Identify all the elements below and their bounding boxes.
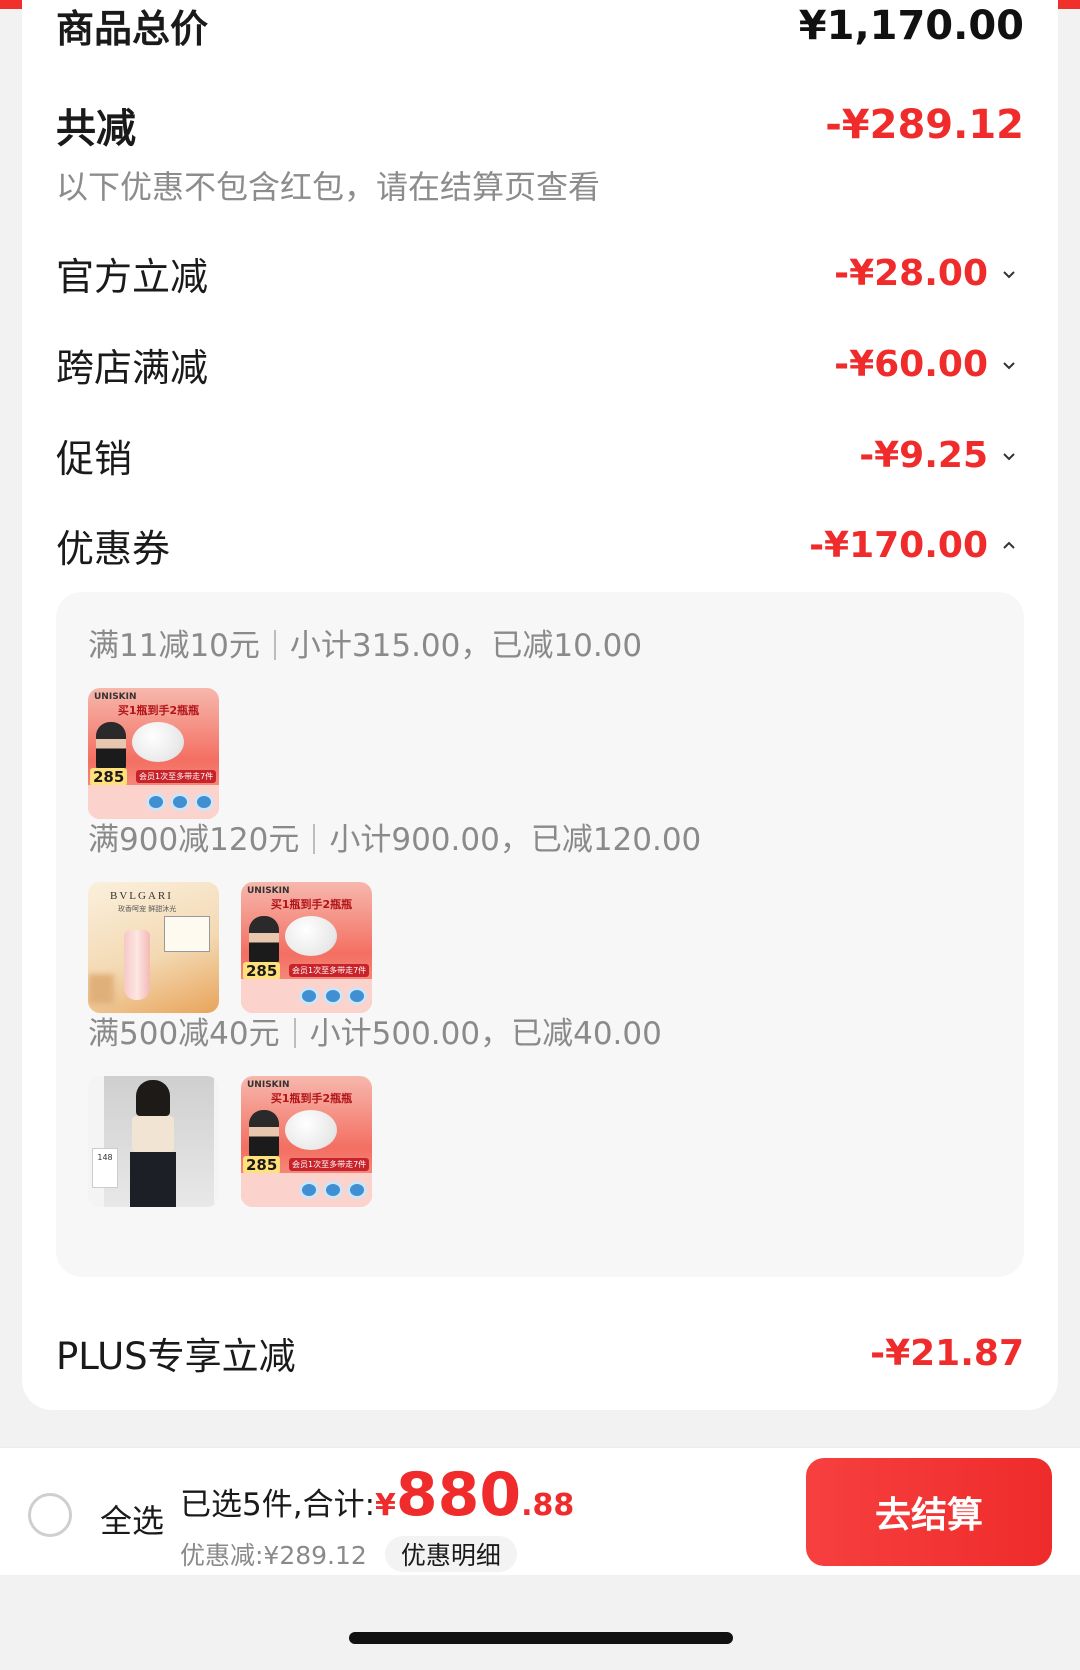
order-total: 已选5件,合计: ¥ 880 .88 bbox=[180, 1460, 574, 1530]
thumb-brand: BVLGARI bbox=[110, 890, 173, 902]
chevron-down-icon[interactable] bbox=[994, 357, 1024, 373]
thumb-brand: UNISKIN bbox=[94, 692, 137, 702]
thumb-tag: 148 bbox=[92, 1148, 118, 1188]
thumb-brand: UNISKIN bbox=[247, 1080, 290, 1090]
total-reduction-label: 共减 bbox=[56, 106, 136, 152]
mask-icon bbox=[347, 1181, 367, 1199]
cross-store-discount-value: -¥60.00 bbox=[834, 344, 988, 385]
plus-discount-label: PLUS专享立减 bbox=[56, 1335, 296, 1378]
coupon-group-1-products: UNISKIN 买1瓶到手2瓶瓶 285 会员1次至多带走7件 bbox=[88, 688, 219, 819]
thumb-price: 285 bbox=[243, 1156, 281, 1174]
thumb-strip: 会员1次至多带走7件 bbox=[289, 964, 370, 977]
chevron-down-icon[interactable] bbox=[994, 448, 1024, 464]
coupon-group-3-products: 148 UNISKIN 买1瓶到手2瓶瓶 285 会员1次至多带走7件 bbox=[88, 1076, 372, 1207]
total-integer: 880 bbox=[395, 1460, 522, 1530]
coupon-rule-text: 满11减10元 bbox=[88, 628, 260, 664]
model-image bbox=[96, 722, 126, 770]
blurred-area bbox=[88, 974, 114, 1004]
coupon-label: 优惠券 bbox=[56, 527, 171, 571]
coupon-group-3-rule: 满500减40元 小计500.00，已减40.00 bbox=[88, 1008, 662, 1053]
coupon-subtotal-text: 小计900.00，已减120.00 bbox=[329, 822, 702, 858]
select-all-label[interactable]: 全选 bbox=[100, 1496, 164, 1542]
thumb-price: 285 bbox=[243, 962, 281, 980]
model-hair bbox=[136, 1080, 170, 1116]
divider bbox=[293, 1018, 296, 1048]
coupon-subtotal-text: 小计500.00，已减40.00 bbox=[309, 1016, 662, 1052]
product-thumbnail-bvlgari[interactable]: BVLGARI 玫香呵宠 鲜甜沐光 bbox=[88, 882, 219, 1013]
official-discount-value: -¥28.00 bbox=[834, 253, 988, 294]
thumb-headline: 买1瓶到手2瓶瓶 bbox=[270, 898, 353, 911]
product-thumbnail-uniskin[interactable]: UNISKIN 买1瓶到手2瓶瓶 285 会员1次至多带走7件 bbox=[88, 688, 219, 819]
checkout-bar: 全选 已选5件,合计: ¥ 880 .88 优惠减:¥289.12 优惠明细 去… bbox=[0, 1447, 1080, 1575]
coupon-detail-panel: 满11减10元 小计315.00，已减10.00 UNISKIN 买1瓶到手2瓶瓶… bbox=[56, 592, 1024, 1277]
coupon-row[interactable]: 优惠券 -¥170.00 bbox=[56, 518, 1024, 573]
select-all-radio[interactable] bbox=[28, 1493, 72, 1537]
checkout-button[interactable]: 去结算 bbox=[806, 1458, 1052, 1566]
coupon-rule-text: 满900减120元 bbox=[88, 822, 300, 858]
model-jeans bbox=[130, 1152, 176, 1207]
gift-card-image bbox=[164, 916, 210, 952]
model-image bbox=[249, 916, 279, 964]
total-price-label: 商品总价 bbox=[56, 7, 209, 51]
divider bbox=[313, 824, 316, 854]
currency-symbol: ¥ bbox=[375, 1488, 396, 1523]
mask-icon bbox=[299, 1181, 319, 1199]
coupon-group-2-rule: 满900减120元 小计900.00，已减120.00 bbox=[88, 814, 701, 859]
product-thumbnail-fashion[interactable]: 148 bbox=[88, 1076, 219, 1207]
thumb-price: 285 bbox=[90, 768, 128, 786]
mask-icon bbox=[194, 793, 214, 811]
total-price-row: 商品总价 ¥1,170.00 bbox=[56, 0, 1024, 53]
mask-icon bbox=[347, 987, 367, 1005]
thumb-strip: 会员1次至多带走7件 bbox=[289, 1158, 370, 1171]
thumb-strip: 会员1次至多带走7件 bbox=[136, 770, 217, 783]
coupon-group-1-rule: 满11减10元 小计315.00，已减10.00 bbox=[88, 620, 642, 665]
discount-note: 以下优惠不包含红包，请在结算页查看 bbox=[56, 168, 601, 206]
home-indicator[interactable] bbox=[349, 1632, 733, 1644]
cushion-image bbox=[285, 1110, 337, 1150]
product-thumbnail-uniskin[interactable]: UNISKIN 买1瓶到手2瓶瓶 285 会员1次至多带走7件 bbox=[241, 882, 372, 1013]
total-reduction-value: -¥289.12 bbox=[825, 102, 1024, 148]
chevron-down-icon[interactable] bbox=[994, 266, 1024, 282]
mask-icon bbox=[323, 1181, 343, 1199]
selected-count-text: 已选5件,合计: bbox=[180, 1487, 376, 1523]
total-reduction-row: 共减 -¥289.12 bbox=[56, 96, 1024, 154]
price-summary-card: 商品总价 ¥1,170.00 共减 -¥289.12 以下优惠不包含红包，请在结… bbox=[22, 0, 1058, 1410]
coupon-rule-text: 满500减40元 bbox=[88, 1016, 280, 1052]
model-top bbox=[132, 1116, 174, 1152]
cushion-image bbox=[132, 722, 184, 762]
cross-store-discount-label: 跨店满减 bbox=[56, 346, 209, 390]
thumb-brand: UNISKIN bbox=[247, 886, 290, 896]
total-decimal: .88 bbox=[521, 1488, 575, 1523]
mask-icon bbox=[323, 987, 343, 1005]
coupon-group-2-products: BVLGARI 玫香呵宠 鲜甜沐光 UNISKIN 买1瓶到手2瓶瓶 285 会… bbox=[88, 882, 372, 1013]
promotion-row[interactable]: 促销 -¥9.25 bbox=[56, 428, 1024, 483]
thumb-headline: 买1瓶到手2瓶瓶 bbox=[270, 1092, 353, 1105]
thumb-subtitle: 玫香呵宠 鲜甜沐光 bbox=[118, 905, 177, 913]
product-thumbnail-uniskin[interactable]: UNISKIN 买1瓶到手2瓶瓶 285 会员1次至多带走7件 bbox=[241, 1076, 372, 1207]
plus-discount-row: PLUS专享立减 -¥21.87 bbox=[56, 1326, 1024, 1380]
official-discount-row[interactable]: 官方立减 -¥28.00 bbox=[56, 246, 1024, 301]
cross-store-discount-row[interactable]: 跨店满减 -¥60.00 bbox=[56, 337, 1024, 392]
mask-icon bbox=[146, 793, 166, 811]
chevron-up-icon[interactable] bbox=[994, 538, 1024, 554]
mask-icon bbox=[299, 987, 319, 1005]
cushion-image bbox=[285, 916, 337, 956]
model-image bbox=[249, 1110, 279, 1158]
official-discount-label: 官方立减 bbox=[56, 255, 209, 299]
discount-amount-text: 优惠减:¥289.12 bbox=[180, 1541, 367, 1570]
divider bbox=[273, 630, 276, 660]
plus-discount-value: -¥21.87 bbox=[870, 1332, 1024, 1374]
total-price-value: ¥1,170.00 bbox=[798, 2, 1024, 49]
discount-summary: 优惠减:¥289.12 优惠明细 bbox=[180, 1536, 517, 1572]
coupon-value: -¥170.00 bbox=[809, 525, 988, 566]
lotion-tube-image bbox=[124, 930, 150, 1000]
mask-icon bbox=[170, 793, 190, 811]
discount-detail-button[interactable]: 优惠明细 bbox=[384, 1536, 517, 1572]
coupon-subtotal-text: 小计315.00，已减10.00 bbox=[289, 628, 643, 664]
thumb-headline: 买1瓶到手2瓶瓶 bbox=[117, 704, 200, 717]
promotion-value: -¥9.25 bbox=[859, 435, 988, 476]
promotion-label: 促销 bbox=[56, 437, 133, 481]
